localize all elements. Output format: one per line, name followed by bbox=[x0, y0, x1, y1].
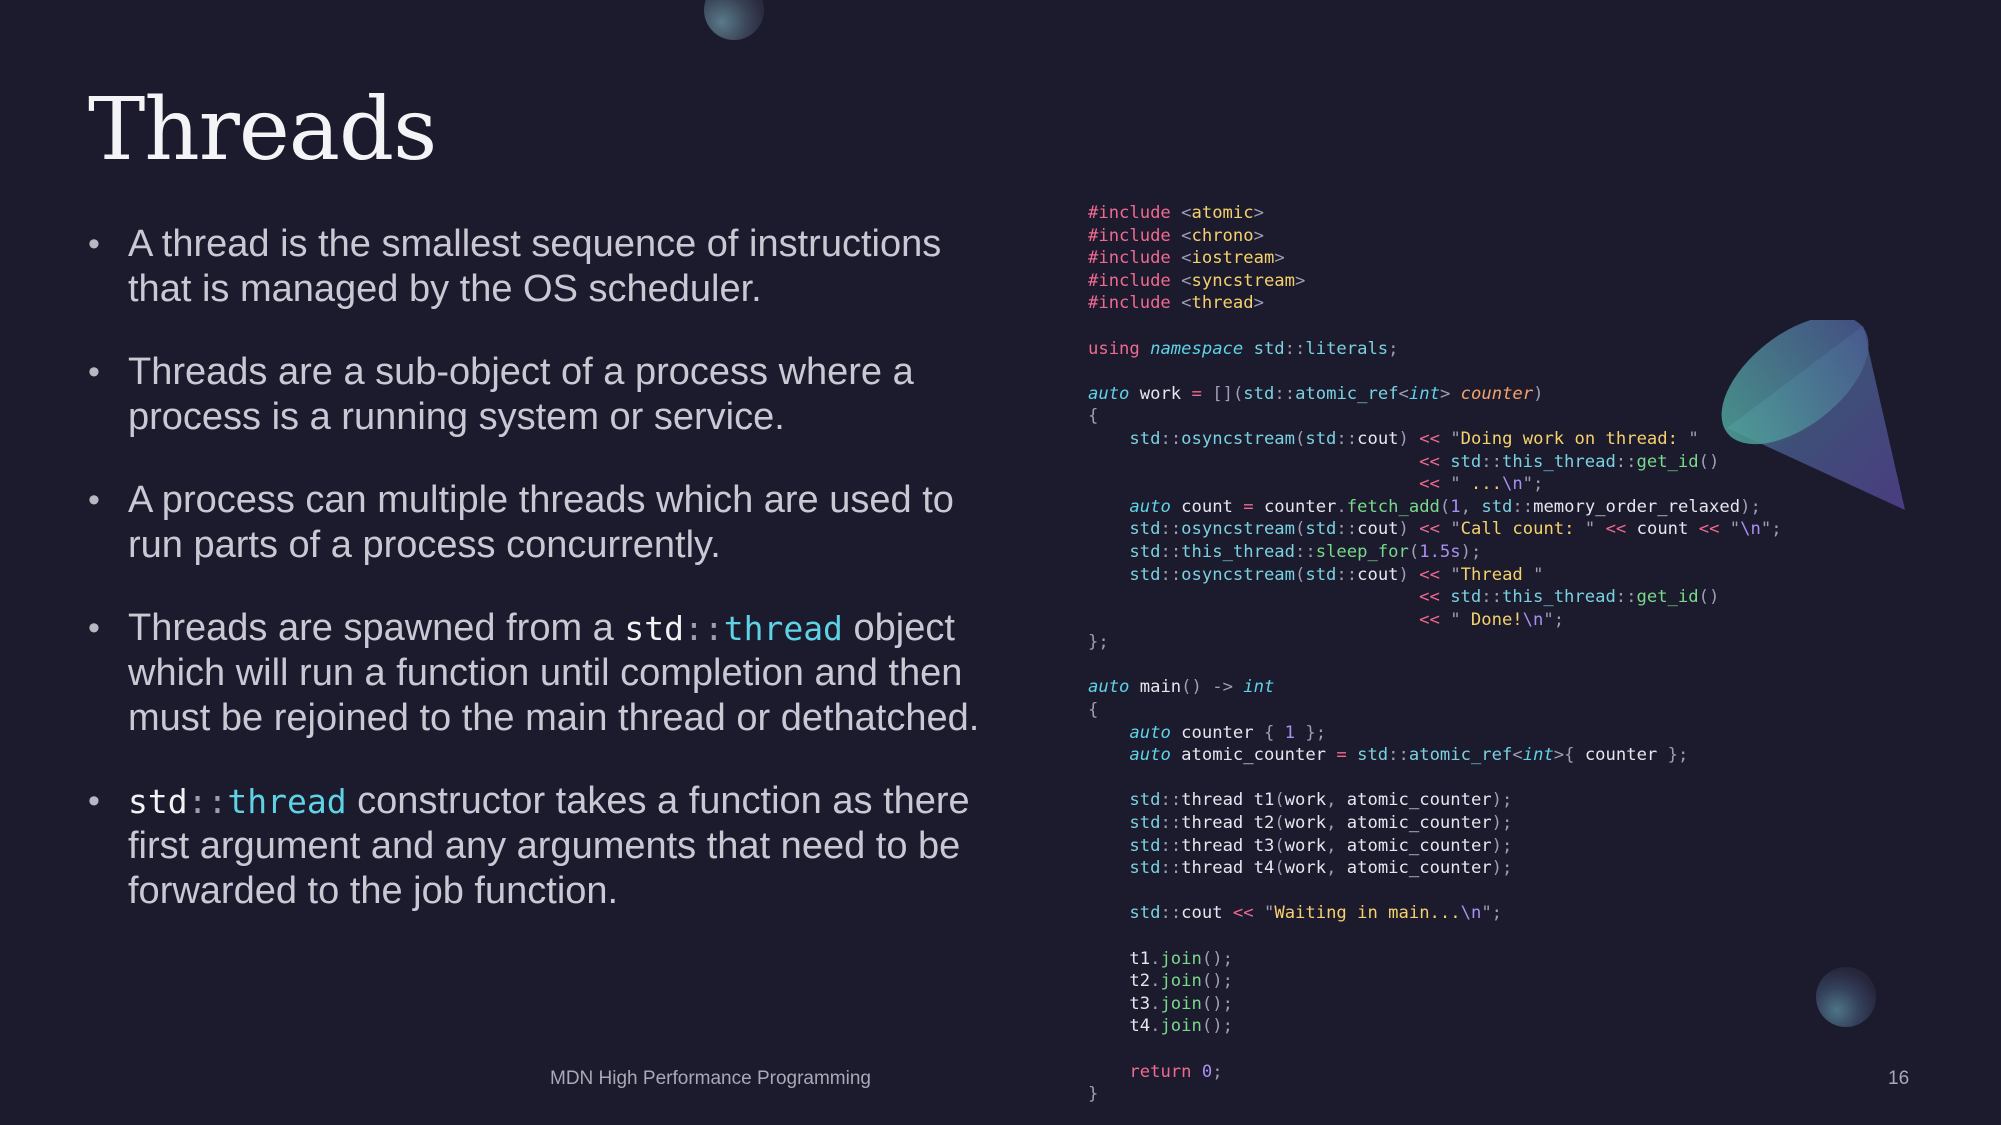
code-line: #include <iostream> bbox=[1088, 248, 1285, 269]
inline-code: std::thread bbox=[624, 609, 843, 648]
code-block: #include <atomic> #include <chrono> #inclu… bbox=[1088, 202, 1782, 1106]
decorative-sphere-top bbox=[704, 0, 764, 40]
bullet-item: Threads are a sub-object of a process wh… bbox=[88, 350, 988, 440]
bullet-item: A process can multiple threads which are… bbox=[88, 478, 988, 568]
bullet-item: std::thread constructor takes a function… bbox=[88, 779, 988, 914]
code-line: << " Done!\n"; bbox=[1419, 609, 1565, 630]
bullet-list: A thread is the smallest sequence of ins… bbox=[88, 222, 988, 952]
footer-text: MDN High Performance Programming bbox=[550, 1068, 871, 1089]
code-line: std::osyncstream(std::cout) << "Thread " bbox=[1129, 564, 1544, 585]
code-line: } bbox=[1088, 1084, 1099, 1105]
code-line: using namespace std::literals; bbox=[1088, 338, 1399, 359]
code-line: auto work = [](std::atomic_ref<int> coun… bbox=[1088, 383, 1544, 404]
bullet-item: A thread is the smallest sequence of ins… bbox=[88, 222, 988, 312]
code-line: t4.join(); bbox=[1088, 1016, 1233, 1037]
code-line: << std::this_thread::get_id() bbox=[1419, 451, 1720, 472]
code-line: #include <atomic> bbox=[1088, 203, 1264, 223]
code-line: std::this_thread::sleep_for(1.5s); bbox=[1129, 541, 1482, 562]
code-line: auto atomic_counter = std::atomic_ref<in… bbox=[1129, 745, 1689, 766]
code-line: std::thread t2(work, atomic_counter); bbox=[1129, 813, 1513, 834]
page-number: 16 bbox=[1888, 1068, 1910, 1089]
code-line: << " ...\n"; bbox=[1419, 474, 1544, 495]
code-line: #include <chrono> bbox=[1088, 225, 1264, 246]
slide: Threads A thread is the smallest sequenc… bbox=[0, 0, 2001, 1125]
code-line: { bbox=[1088, 700, 1099, 721]
code-line: << std::this_thread::get_id() bbox=[1419, 587, 1720, 608]
code-line: { bbox=[1088, 406, 1099, 427]
code-line: return 0; bbox=[1129, 1061, 1223, 1082]
code-line: t3.join(); bbox=[1088, 993, 1233, 1014]
code-line: std::osyncstream(std::cout) << "Call cou… bbox=[1129, 519, 1782, 540]
code-line: }; bbox=[1088, 632, 1109, 653]
code-line: std::thread t4(work, atomic_counter); bbox=[1129, 858, 1513, 879]
code-line: std::osyncstream(std::cout) << "Doing wo… bbox=[1129, 428, 1699, 449]
code-line: auto main() -> int bbox=[1088, 677, 1275, 698]
code-line: #include <thread> bbox=[1088, 293, 1264, 314]
code-line: #include <syncstream> bbox=[1088, 270, 1306, 291]
code-line: std::thread t1(work, atomic_counter); bbox=[1129, 790, 1513, 811]
code-line: std::cout << "Waiting in main...\n"; bbox=[1129, 903, 1503, 924]
inline-code: std::thread bbox=[128, 782, 347, 821]
code-line: t2.join(); bbox=[1088, 971, 1233, 992]
slide-title: Threads bbox=[88, 80, 437, 180]
decorative-sphere-bottom bbox=[1816, 967, 1876, 1027]
code-line: t1.join(); bbox=[1088, 948, 1233, 969]
code-line: auto counter { 1 }; bbox=[1129, 722, 1327, 743]
code-line: std::thread t3(work, atomic_counter); bbox=[1129, 835, 1513, 856]
code-line: auto count = counter.fetch_add(1, std::m… bbox=[1129, 496, 1761, 517]
bullet-item: Threads are spawned from a std::thread o… bbox=[88, 606, 988, 741]
